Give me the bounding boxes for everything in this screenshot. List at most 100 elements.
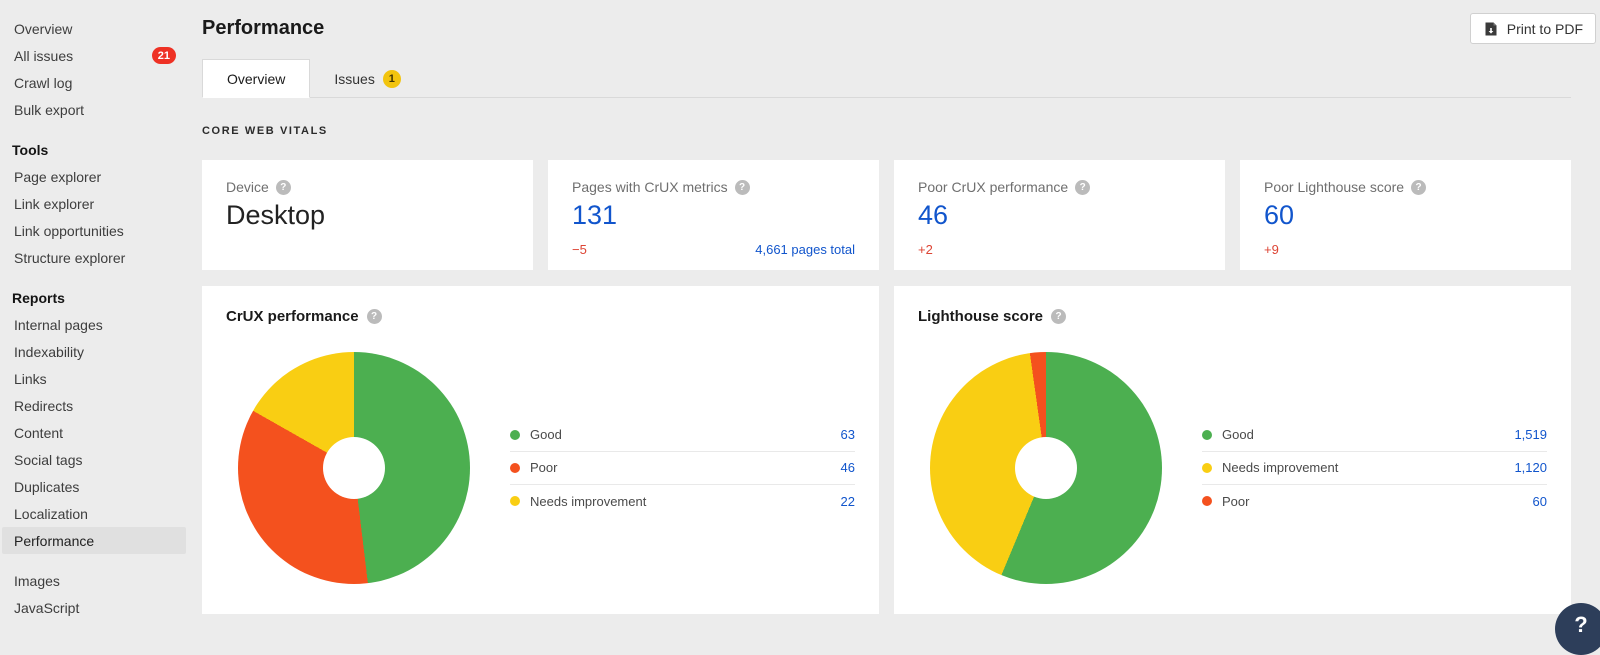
sidebar-item-social-tags[interactable]: Social tags (2, 446, 186, 473)
sidebar-item-images[interactable]: Images (2, 567, 186, 594)
sidebar-item-page-explorer[interactable]: Page explorer (2, 163, 186, 190)
metric-delta: +9 (1264, 242, 1279, 257)
metric-delta: −5 (572, 242, 587, 257)
legend-dot-poor (1202, 496, 1212, 506)
question-mark-icon: ? (1574, 612, 1587, 638)
legend-row-needs-improvement[interactable]: Needs improvement 22 (510, 485, 855, 518)
metric-label: Poor CrUX performance (918, 179, 1068, 195)
sidebar-divider-gap (0, 554, 188, 567)
legend-row-needs-improvement[interactable]: Needs improvement 1,120 (1202, 452, 1547, 485)
chart-body: Good 1,519 Needs improvement 1,120 Poor … (918, 352, 1547, 584)
sidebar-item-structure-explorer[interactable]: Structure explorer (2, 244, 186, 271)
legend-label: Good (1222, 427, 1514, 442)
metrics-grid: Device ? Desktop Pages with CrUX metrics… (202, 160, 1571, 270)
metric-delta: +2 (918, 242, 933, 257)
sidebar-item-label: JavaScript (14, 600, 79, 616)
chart-title-row: CrUX performance ? (226, 308, 855, 325)
sidebar-item-indexability[interactable]: Indexability (2, 338, 186, 365)
tab-issues[interactable]: Issues 1 (310, 59, 424, 98)
sidebar-item-link-explorer[interactable]: Link explorer (2, 190, 186, 217)
chart-card-crux-performance: CrUX performance ? Good 63 Poor 46 (202, 286, 879, 614)
sidebar-item-content[interactable]: Content (2, 419, 186, 446)
sidebar-item-label: Links (14, 371, 47, 387)
legend-dot-good (510, 430, 520, 440)
legend-dot-good (1202, 430, 1212, 440)
sidebar-item-label: Indexability (14, 344, 84, 360)
metric-label-row: Device ? (226, 179, 509, 195)
metric-card-device: Device ? Desktop (202, 160, 533, 270)
lighthouse-score-donut-chart[interactable] (930, 352, 1162, 584)
metric-footer: +2 (918, 242, 1201, 257)
main-content: Performance Overview Issues 1 CORE WEB V… (202, 0, 1571, 614)
metric-value[interactable]: 46 (918, 200, 1201, 231)
legend-value-link[interactable]: 63 (841, 427, 855, 442)
sidebar-item-crawl-log[interactable]: Crawl log (2, 69, 186, 96)
print-to-pdf-label: Print to PDF (1507, 21, 1583, 37)
legend-value-link[interactable]: 22 (841, 494, 855, 509)
metric-label: Poor Lighthouse score (1264, 179, 1404, 195)
pdf-download-icon (1483, 21, 1499, 37)
sidebar-item-all-issues[interactable]: All issues 21 (2, 42, 186, 69)
sidebar-item-label: Structure explorer (14, 250, 125, 266)
legend-row-poor[interactable]: Poor 60 (1202, 485, 1547, 518)
sidebar-item-link-opportunities[interactable]: Link opportunities (2, 217, 186, 244)
crux-performance-donut-chart[interactable] (238, 352, 470, 584)
tab-label: Overview (227, 71, 285, 87)
legend-value-link[interactable]: 60 (1533, 494, 1547, 509)
legend-dot-needs-improvement (1202, 463, 1212, 473)
sidebar-item-redirects[interactable]: Redirects (2, 392, 186, 419)
chart-legend: Good 1,519 Needs improvement 1,120 Poor … (1202, 419, 1547, 518)
sidebar-item-performance[interactable]: Performance (2, 527, 186, 554)
sidebar-item-label: Redirects (14, 398, 73, 414)
sidebar-item-label: Content (14, 425, 63, 441)
legend-dot-needs-improvement (510, 496, 520, 506)
metric-card-poor-crux-performance: Poor CrUX performance ? 46 +2 (894, 160, 1225, 270)
help-icon[interactable]: ? (276, 180, 291, 195)
sidebar-item-label: All issues (14, 48, 73, 64)
metric-label: Device (226, 179, 269, 195)
sidebar-item-label: Localization (14, 506, 88, 522)
legend-label: Good (530, 427, 841, 442)
help-icon[interactable]: ? (1051, 309, 1066, 324)
legend-value-link[interactable]: 1,120 (1514, 460, 1547, 475)
chart-title-row: Lighthouse score ? (918, 308, 1547, 325)
sidebar-item-duplicates[interactable]: Duplicates (2, 473, 186, 500)
page-title: Performance (202, 0, 1571, 40)
sidebar-item-label: Crawl log (14, 75, 72, 91)
sidebar-item-javascript[interactable]: JavaScript (2, 594, 186, 621)
print-to-pdf-button[interactable]: Print to PDF (1470, 13, 1596, 44)
help-icon[interactable]: ? (1075, 180, 1090, 195)
sidebar-item-label: Performance (14, 533, 94, 549)
legend-row-good[interactable]: Good 63 (510, 419, 855, 452)
sidebar-item-label: Page explorer (14, 169, 101, 185)
metric-value[interactable]: 131 (572, 200, 855, 231)
all-issues-count-badge: 21 (152, 47, 176, 64)
legend-dot-poor (510, 463, 520, 473)
help-icon[interactable]: ? (367, 309, 382, 324)
metric-footer: −5 4,661 pages total (572, 242, 855, 257)
sidebar-section-header-reports: Reports (0, 284, 188, 311)
legend-value-link[interactable]: 46 (841, 460, 855, 475)
sidebar-item-label: Link opportunities (14, 223, 124, 239)
help-icon[interactable]: ? (735, 180, 750, 195)
sidebar-item-label: Social tags (14, 452, 82, 468)
pages-total-link[interactable]: 4,661 pages total (755, 242, 855, 257)
sidebar-item-overview[interactable]: Overview (2, 15, 186, 42)
help-fab-button[interactable]: ? (1555, 603, 1600, 655)
tab-overview[interactable]: Overview (202, 59, 310, 98)
legend-value-link[interactable]: 1,519 (1514, 427, 1547, 442)
help-icon[interactable]: ? (1411, 180, 1426, 195)
chart-card-lighthouse-score: Lighthouse score ? Good 1,519 Needs impr… (894, 286, 1571, 614)
legend-row-poor[interactable]: Poor 46 (510, 452, 855, 485)
sidebar-section-header-tools: Tools (0, 136, 188, 163)
metric-value[interactable]: 60 (1264, 200, 1547, 231)
chart-legend: Good 63 Poor 46 Needs improvement 22 (510, 419, 855, 518)
sidebar-item-bulk-export[interactable]: Bulk export (2, 96, 186, 123)
sidebar-item-internal-pages[interactable]: Internal pages (2, 311, 186, 338)
legend-label: Poor (530, 460, 841, 475)
chart-title: Lighthouse score (918, 308, 1043, 325)
sidebar-item-localization[interactable]: Localization (2, 500, 186, 527)
legend-row-good[interactable]: Good 1,519 (1202, 419, 1547, 452)
sidebar-item-links[interactable]: Links (2, 365, 186, 392)
issues-count-badge: 1 (383, 70, 401, 88)
